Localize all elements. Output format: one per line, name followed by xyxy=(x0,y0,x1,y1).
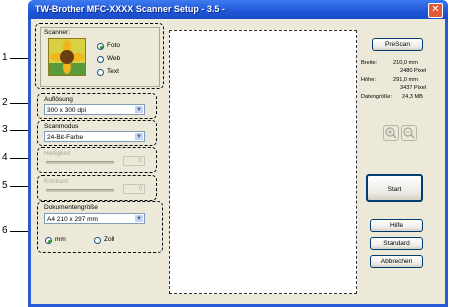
scan-preview-area[interactable] xyxy=(169,30,357,294)
callout-outline-2 xyxy=(37,93,157,119)
start-button[interactable]: Start xyxy=(366,174,423,202)
callout-5: 5 xyxy=(2,180,8,191)
callout-outline-4 xyxy=(37,147,157,173)
zoom-in-icon xyxy=(385,127,397,139)
scanner-setup-window: TW-Brother MFC-XXXX Scanner Setup - 3.5 … xyxy=(28,0,448,307)
callout-3: 3 xyxy=(2,124,8,135)
datasize-label: Datengröße: xyxy=(361,94,393,100)
close-button[interactable]: ✕ xyxy=(428,3,443,18)
callout-outline-3 xyxy=(37,120,157,146)
title-bar: TW-Brother MFC-XXXX Scanner Setup - 3.5 … xyxy=(28,0,448,19)
datasize-value: 24,3 MB xyxy=(402,94,423,100)
height-px: 3437 Pixel xyxy=(400,85,427,91)
callout-outline-5 xyxy=(37,175,157,201)
zoom-out-button[interactable] xyxy=(401,125,417,141)
callout-2: 2 xyxy=(2,97,8,108)
width-px: 2480 Pixel xyxy=(400,68,427,74)
help-button[interactable]: Hilfe xyxy=(370,219,423,232)
callout-outline-6 xyxy=(37,201,163,253)
height-mm: 291,0 mm xyxy=(393,77,418,83)
callout-outline-1 xyxy=(35,23,164,89)
callout-4: 4 xyxy=(2,152,8,163)
prescan-button[interactable]: PreScan xyxy=(372,38,423,51)
zoom-out-icon xyxy=(403,127,415,139)
callout-1: 1 xyxy=(2,52,8,63)
default-button[interactable]: Standard xyxy=(370,237,423,250)
callout-6: 6 xyxy=(2,225,8,236)
zoom-in-button[interactable] xyxy=(383,125,399,141)
height-label: Höhe: xyxy=(361,77,376,83)
width-label: Breite: xyxy=(361,60,378,66)
dialog-body: Scanner: Foto Web Text Auflösung 300 x 3… xyxy=(31,19,445,304)
window-title: TW-Brother MFC-XXXX Scanner Setup - 3.5 … xyxy=(35,4,225,14)
cancel-button[interactable]: Abbrechen xyxy=(370,255,423,268)
width-mm: 210,0 mm xyxy=(393,60,418,66)
